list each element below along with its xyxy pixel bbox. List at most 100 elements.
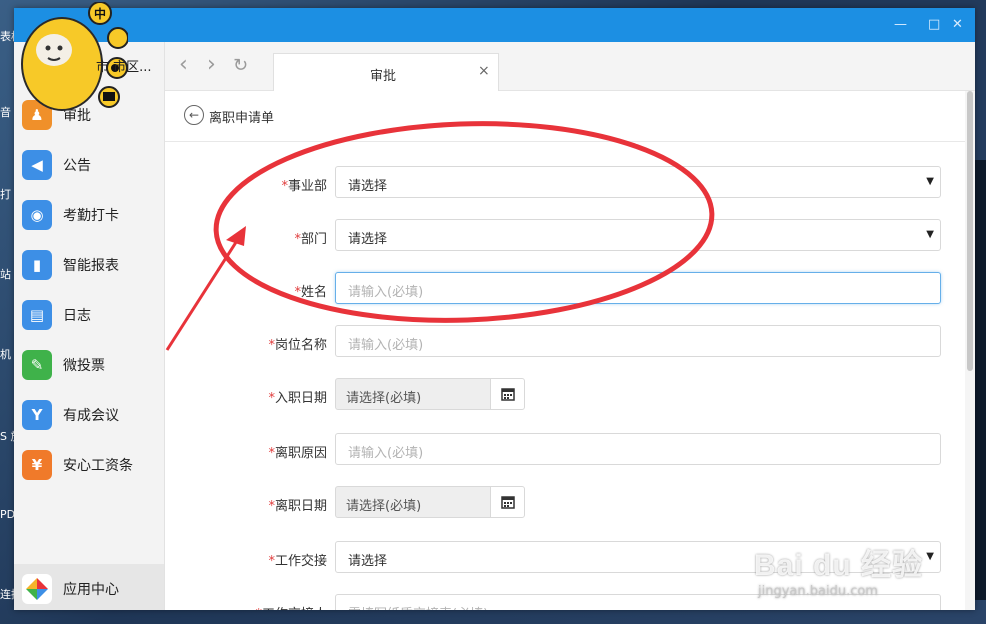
scrollbar-thumb[interactable]: [967, 91, 973, 371]
sidebar-item-vote[interactable]: ✎ 微投票: [14, 340, 164, 390]
sidebar-item-label: 有成会议: [63, 408, 119, 424]
form-row: *入职日期 请选择(必填): [165, 378, 965, 414]
form-row: *姓名 请输入(必填): [165, 272, 965, 308]
date-placeholder: 请选择(必填): [346, 499, 422, 514]
sidebar-item-label: 安心工资条: [63, 458, 133, 474]
sidebar-item-meeting[interactable]: Y 有成会议: [14, 390, 164, 440]
sidebar-item-label: 智能报表: [63, 258, 119, 274]
field-label: *岗位名称: [268, 334, 327, 353]
forward-nav-icon[interactable]: ›: [207, 54, 216, 76]
form-row: *事业部 请选择 ▼: [165, 166, 965, 202]
field-label: *入职日期: [268, 387, 327, 406]
desktop-icon-label: 打: [0, 188, 11, 201]
text-input[interactable]: 请输入(必填): [335, 325, 941, 357]
date-placeholder: 请选择(必填): [346, 391, 422, 406]
field-label: *姓名: [294, 281, 327, 300]
dropdown-caret-icon: ▼: [926, 551, 934, 562]
input-placeholder: 请输入(必填): [348, 338, 424, 353]
bar-chart-icon: ▮: [22, 250, 52, 280]
select-value: 请选择: [348, 554, 388, 569]
back-arrow-icon[interactable]: ←: [184, 105, 204, 125]
sidebar-item-notebook[interactable]: ▤ 日志: [14, 290, 164, 340]
watermark-url: jingyan.baidu.com: [758, 584, 878, 599]
tab-label: 审批: [370, 69, 397, 84]
sidebar-item-label: 日志: [63, 308, 91, 324]
date-field[interactable]: 请选择(必填): [335, 486, 491, 518]
sidebar-item-label: 应用中心: [63, 582, 119, 598]
dropdown-caret-icon: ▼: [926, 229, 934, 240]
desktop-icon-label: 音: [0, 106, 11, 119]
field-label: *事业部: [281, 175, 327, 194]
sidebar-item-bar-chart[interactable]: ▮ 智能报表: [14, 240, 164, 290]
sidebar-item-app-center[interactable]: 应用中心: [14, 564, 164, 610]
desktop-icon-label: 机: [0, 348, 11, 361]
desktop-icon-label: 站: [0, 268, 11, 281]
field-label: *工作交接: [268, 550, 327, 569]
navbar: ‹ › ↻ 审批 ×: [165, 42, 975, 91]
watermark-main: Bai du 经验: [754, 549, 924, 582]
meeting-icon: Y: [22, 400, 52, 430]
input-placeholder: 需填写纸质交接表(必填): [348, 603, 488, 610]
dropdown-caret-icon: ▼: [926, 176, 934, 187]
vote-icon: ✎: [22, 350, 52, 380]
desktop-icon-label: PD: [0, 508, 16, 521]
calendar-button[interactable]: [490, 486, 525, 518]
select-value: 请选择: [348, 232, 388, 247]
back-nav-icon[interactable]: ‹: [179, 54, 188, 76]
tab-close-icon[interactable]: ×: [478, 63, 490, 79]
tab-approval[interactable]: 审批 ×: [273, 53, 499, 91]
field-label-text: 离职日期: [274, 499, 327, 514]
field-label-text: 工作交接人: [262, 607, 327, 610]
notebook-icon: ▤: [22, 300, 52, 330]
page-title: 离职申请单: [209, 111, 275, 126]
sidebar-item-label: 考勤打卡: [63, 208, 119, 224]
app-window: — □ ✕ ♟ 审批 ◀ 公告 ◉ 考勤打卡 ▮ 智能报表 ▤ 日志 ✎ 微投票 Y 有成会议 ¥ 安心工资条…: [14, 8, 975, 610]
date-field[interactable]: 请选择(必填): [335, 378, 491, 410]
select-field[interactable]: 请选择 ▼: [335, 219, 941, 251]
field-label-text: 岗位名称: [274, 338, 327, 353]
calendar-icon: [501, 496, 515, 509]
scrollbar[interactable]: [965, 91, 975, 610]
sidebar: ♟ 审批 ◀ 公告 ◉ 考勤打卡 ▮ 智能报表 ▤ 日志 ✎ 微投票 Y 有成会议 ¥ 安心工资条 应用中心: [14, 42, 165, 610]
field-label: *离职日期: [268, 495, 327, 514]
refresh-icon[interactable]: ↻: [233, 55, 248, 77]
desktop-header-text: 市 市区...: [96, 60, 152, 75]
calendar-button[interactable]: [490, 378, 525, 410]
sidebar-item-megaphone[interactable]: ◀ 公告: [14, 140, 164, 190]
select-value: 请选择: [348, 179, 388, 194]
select-field[interactable]: 请选择 ▼: [335, 166, 941, 198]
form-row: *部门 请选择 ▼: [165, 219, 965, 255]
field-label: *部门: [294, 228, 327, 247]
text-input[interactable]: 请输入(必填): [335, 433, 941, 465]
sidebar-item-label: 微投票: [63, 358, 105, 374]
form-row: *离职原因 请输入(必填): [165, 433, 965, 469]
text-input[interactable]: 请输入(必填): [335, 272, 941, 304]
sidebar-item-payslip[interactable]: ¥ 安心工资条: [14, 440, 164, 490]
main-content: ‹ › ↻ 审批 × ← 离职申请单 *事业部 请选择 ▼ *部门 请选择 ▼ *姓名 请输入…: [165, 42, 975, 610]
payslip-icon: ¥: [22, 450, 52, 480]
field-label-text: 部门: [300, 232, 327, 247]
field-label: *工作交接人: [255, 603, 327, 610]
field-label-text: 入职日期: [274, 391, 327, 406]
titlebar: — □ ✕: [14, 8, 975, 42]
field-label-text: 姓名: [300, 285, 327, 300]
field-label-text: 事业部: [287, 179, 327, 194]
location-pin-icon: ◉: [22, 200, 52, 230]
mascot-badge: 中: [94, 6, 106, 21]
desktop-right-edge: [975, 160, 986, 600]
maximize-icon[interactable]: □: [928, 18, 940, 32]
sidebar-item-location-pin[interactable]: ◉ 考勤打卡: [14, 190, 164, 240]
field-label-text: 离职原因: [274, 446, 327, 461]
calendar-icon: [501, 388, 515, 401]
form-row: *岗位名称 请输入(必填): [165, 325, 965, 361]
page-header: ← 离职申请单: [165, 91, 965, 142]
input-placeholder: 请输入(必填): [348, 446, 424, 461]
input-placeholder: 请输入(必填): [348, 285, 424, 300]
close-icon[interactable]: ✕: [952, 18, 963, 32]
megaphone-icon: ◀: [22, 150, 52, 180]
watermark: Bai du 经验 jingyan.baidu.com: [754, 540, 923, 599]
minimize-icon[interactable]: —: [894, 18, 907, 32]
form-row: *离职日期 请选择(必填): [165, 486, 965, 522]
field-label-text: 工作交接: [274, 554, 327, 569]
app-center-icon: [22, 574, 52, 604]
